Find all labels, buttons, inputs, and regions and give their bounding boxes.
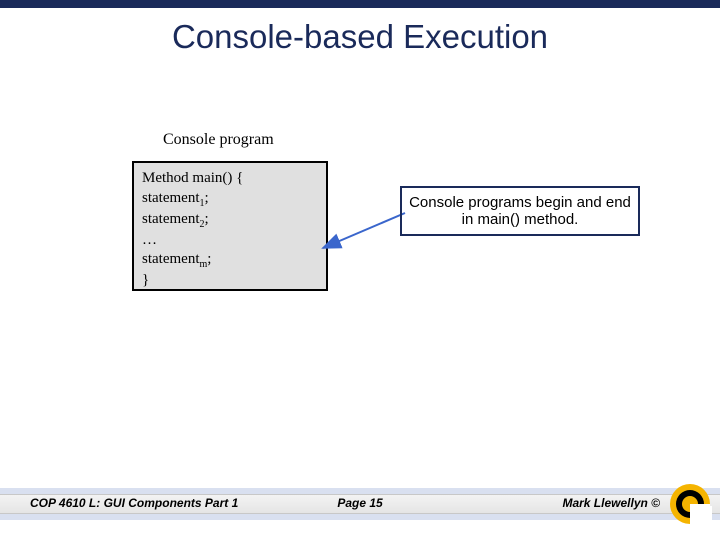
code-line-ellipsis: … (142, 231, 318, 251)
code-line-stmtm: statementm; (142, 250, 318, 271)
code-line-stmt1: statement1; (142, 189, 318, 210)
slide-title: Console-based Execution (0, 18, 720, 56)
stmt-prefix: statement (142, 211, 199, 227)
stmt-suffix: ; (204, 190, 208, 206)
program-label: Console program (163, 131, 274, 149)
code-line-main: Method main() { (142, 169, 318, 189)
code-line-close: } (142, 271, 318, 291)
code-line-stmt2: statement2; (142, 210, 318, 231)
footer: COP 4610 L: GUI Components Part 1 Page 1… (0, 488, 720, 530)
stmt-prefix: statement (142, 251, 199, 267)
ucf-logo-icon (668, 482, 712, 526)
callout-box: Console programs begin and end in main()… (400, 186, 640, 236)
slide-content: Console program Method main() { statemen… (0, 56, 720, 456)
stmt-suffix: ; (204, 211, 208, 227)
code-box: Method main() { statement1; statement2; … (132, 161, 328, 291)
stmt-suffix: ; (207, 251, 211, 267)
stmt-prefix: statement (142, 190, 199, 206)
footer-band-bot (0, 514, 720, 520)
slide: Console-based Execution Console program … (0, 0, 720, 540)
footer-right: Mark Llewellyn © (562, 496, 660, 510)
